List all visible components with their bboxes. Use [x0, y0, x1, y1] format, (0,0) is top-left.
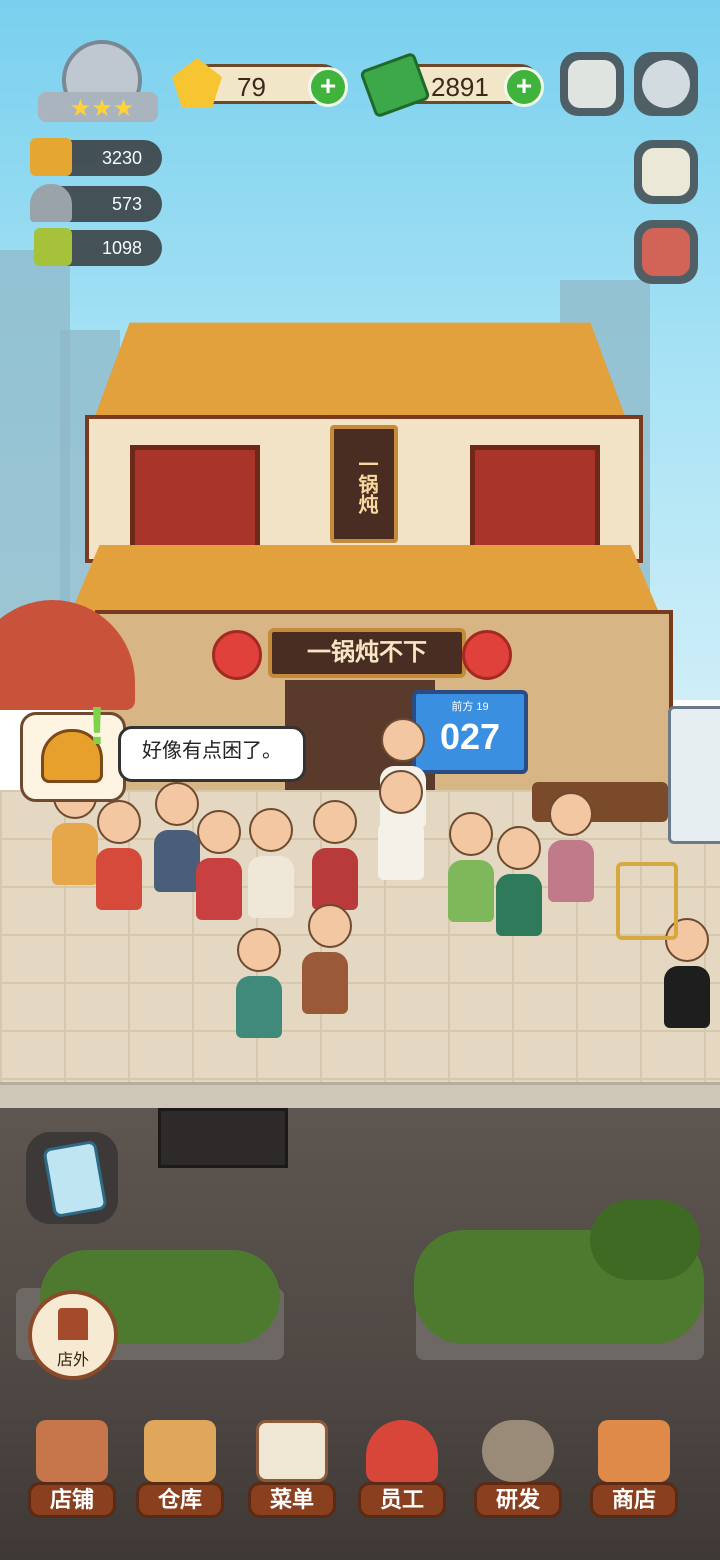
- curb: [0, 1082, 720, 1111]
- nav-warehouse-label: 仓库: [136, 1482, 224, 1518]
- task-list-button[interactable]: [26, 1132, 118, 1224]
- customer[interactable]: [96, 800, 142, 910]
- book-question-icon: [642, 148, 690, 196]
- shop-vertical-sign: 一锅炖: [330, 425, 398, 543]
- customer[interactable]: [378, 770, 424, 880]
- store-stall-icon: [598, 1420, 670, 1482]
- star-rating-icon: ★★★: [69, 95, 135, 122]
- gold-value: 3230: [101, 148, 142, 168]
- customer[interactable]: [154, 782, 200, 892]
- exclamation-icon: !: [88, 696, 106, 756]
- arcade-machine[interactable]: [668, 706, 720, 844]
- red-book-icon: [642, 228, 690, 276]
- outside-view-label: 店外: [56, 1352, 89, 1369]
- cloche-icon: [30, 184, 72, 222]
- settings-button[interactable]: [634, 52, 698, 116]
- customer[interactable]: [548, 792, 594, 902]
- menu-clipboard-icon: [256, 1420, 328, 1482]
- gear-icon: [642, 60, 690, 108]
- shop-building-icon: [36, 1420, 108, 1482]
- queue-board-header: 前方 19: [451, 701, 489, 713]
- staff-chef-icon: [366, 1420, 438, 1482]
- recipe-book-button[interactable]: [634, 220, 698, 284]
- customer[interactable]: [312, 800, 358, 910]
- help-guide-button[interactable]: [634, 140, 698, 204]
- notification-panel[interactable]: [20, 712, 126, 802]
- customer[interactable]: [448, 812, 494, 922]
- cash-value: 2891: [431, 72, 489, 102]
- shop-lower-roof: [70, 545, 660, 615]
- nav-staff-label: 员工: [358, 1482, 446, 1518]
- nav-research-label: 研发: [474, 1482, 562, 1518]
- customer[interactable]: [496, 826, 542, 936]
- recipe-value: 1098: [101, 238, 142, 258]
- speech-bubble: 好像有点困了。: [118, 726, 306, 782]
- red-lantern-icon: [462, 630, 512, 680]
- nav-staff[interactable]: 员工: [358, 1420, 446, 1524]
- nav-menu[interactable]: 菜单: [248, 1420, 336, 1524]
- bush: [590, 1200, 700, 1280]
- recipe-book-icon: [34, 228, 72, 266]
- queue-number-board: 前方 19 027: [412, 690, 528, 774]
- outside-view-button[interactable]: 店外: [28, 1290, 118, 1380]
- nav-shop[interactable]: 店铺: [28, 1420, 116, 1524]
- shop-window: [130, 445, 260, 550]
- customer[interactable]: [196, 810, 242, 920]
- add-cash-button[interactable]: +: [504, 67, 544, 107]
- shop-name-banner: 一锅炖不下: [268, 628, 466, 678]
- customer[interactable]: [248, 808, 294, 918]
- camera-icon: [568, 60, 616, 108]
- customer[interactable]: [302, 904, 358, 1014]
- gold-ingot-icon: [30, 138, 72, 176]
- clipboard-icon: [42, 1139, 108, 1219]
- nav-store-label: 商店: [590, 1482, 678, 1518]
- nav-research[interactable]: 研发: [474, 1420, 562, 1524]
- nav-store[interactable]: 商店: [590, 1420, 678, 1524]
- research-wok-icon: [482, 1420, 554, 1482]
- camera-button[interactable]: [560, 52, 624, 116]
- nav-warehouse[interactable]: 仓库: [136, 1420, 224, 1524]
- red-lantern-icon: [212, 630, 262, 680]
- queue-number: 027: [439, 716, 501, 757]
- gems-value: 79: [237, 72, 266, 102]
- drain-grate: [158, 1108, 288, 1168]
- empty-chair: [616, 862, 678, 940]
- restaurant-rank-badge[interactable]: ★★★: [32, 40, 164, 130]
- shop-window: [470, 445, 600, 550]
- nav-shop-label: 店铺: [28, 1482, 116, 1518]
- storefront-icon: [58, 1308, 88, 1340]
- dish-value: 573: [111, 194, 142, 214]
- add-gems-button[interactable]: +: [308, 67, 348, 107]
- customer[interactable]: [236, 928, 282, 1038]
- warehouse-boxes-icon: [144, 1420, 216, 1482]
- nav-menu-label: 菜单: [248, 1482, 336, 1518]
